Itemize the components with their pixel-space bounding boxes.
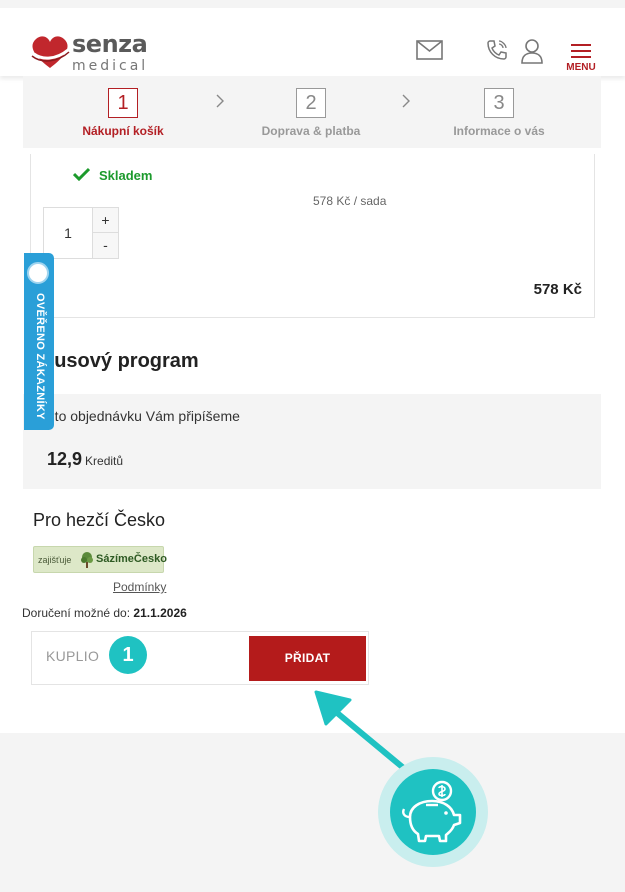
step-number: 1: [108, 88, 138, 118]
coupon-form: KUPLIO PŘIDAT: [31, 631, 369, 685]
sazime-name: SázímeČesko: [96, 553, 167, 565]
step-number: 2: [296, 88, 326, 118]
item-total-price: 578 Kč: [533, 281, 582, 298]
step-label: Doprava & platba: [261, 124, 361, 138]
credits-amount: 12,9 Kreditů: [47, 449, 123, 470]
step-cart[interactable]: 1 Nákupní košík: [53, 88, 193, 138]
coupon-input[interactable]: KUPLIO: [46, 648, 99, 664]
heart-logo-icon: [31, 36, 70, 68]
unit-price: 578 Kč / sada: [313, 194, 387, 208]
delivery-label: Doručení možné do:: [22, 606, 131, 620]
menu-label: MENU: [566, 62, 596, 73]
bonus-note: tuto objednávku Vám připíšeme: [43, 408, 240, 424]
hamburger-icon: [566, 44, 596, 58]
quantity-decrease-button[interactable]: -: [92, 233, 118, 258]
chevron-right-icon: [216, 94, 224, 108]
credits-unit: Kreditů: [85, 454, 124, 468]
logo-subtitle: medical: [72, 58, 149, 74]
site-header: senza medical MENU: [0, 8, 625, 76]
verified-seal-icon: [27, 262, 49, 284]
phone-icon[interactable]: [485, 38, 509, 62]
sazime-small-label: zajišťuje: [38, 555, 72, 565]
stock-label: Skladem: [99, 168, 153, 183]
user-icon[interactable]: [520, 38, 544, 64]
conditions-link[interactable]: Podmínky: [113, 580, 166, 594]
quantity-stepper: 1 + -: [43, 207, 119, 259]
checkout-steps: 1 Nákupní košík 2 Doprava & platba 3 Inf…: [23, 76, 601, 148]
credits-value: 12,9: [47, 449, 83, 469]
step-number: 3: [484, 88, 514, 118]
bonus-program-title: nusový program: [42, 350, 199, 372]
step-label: Informace o vás: [453, 124, 545, 138]
sazime-cesko-badge: zajišťuje SázímeČesko: [33, 546, 167, 573]
chevron-right-icon: [402, 94, 410, 108]
piggy-bank-badge: [378, 757, 488, 867]
badge-label: OVĚŘENO ZÁKAZNÍKY: [34, 293, 46, 420]
menu-button[interactable]: MENU: [566, 44, 596, 76]
stock-status: Skladem: [73, 167, 153, 183]
senza-logo[interactable]: senza medical: [30, 30, 160, 78]
cart-item: Skladem 578 Kč / sada 1 + - 578 Kč: [30, 154, 595, 318]
delivery-date: Doručení možné do: 21.1.2026: [22, 606, 187, 620]
charity-title: Pro hezčí Česko: [33, 510, 166, 530]
delivery-date-value: 21.1.2026: [133, 606, 187, 620]
verified-by-customers-badge[interactable]: OVĚŘENO ZÁKAZNÍKY: [24, 253, 54, 430]
step-info[interactable]: 3 Informace o vás: [429, 88, 569, 138]
step-shipping[interactable]: 2 Doprava & platba: [241, 88, 381, 138]
bonus-program-box: tuto objednávku Vám připíšeme 12,9 Kredit…: [23, 394, 601, 489]
checkmark-icon: [73, 167, 90, 181]
piggy-bank-icon: [402, 780, 462, 843]
quantity-input[interactable]: 1: [44, 208, 92, 258]
step-label: Nákupní košík: [82, 124, 164, 138]
logo-name: senza: [72, 30, 148, 58]
quantity-increase-button[interactable]: +: [92, 208, 118, 233]
tree-icon: [81, 552, 93, 568]
mail-icon[interactable]: [416, 40, 443, 60]
add-coupon-button[interactable]: PŘIDAT: [249, 636, 366, 681]
step-marker-badge: 1: [109, 636, 147, 674]
